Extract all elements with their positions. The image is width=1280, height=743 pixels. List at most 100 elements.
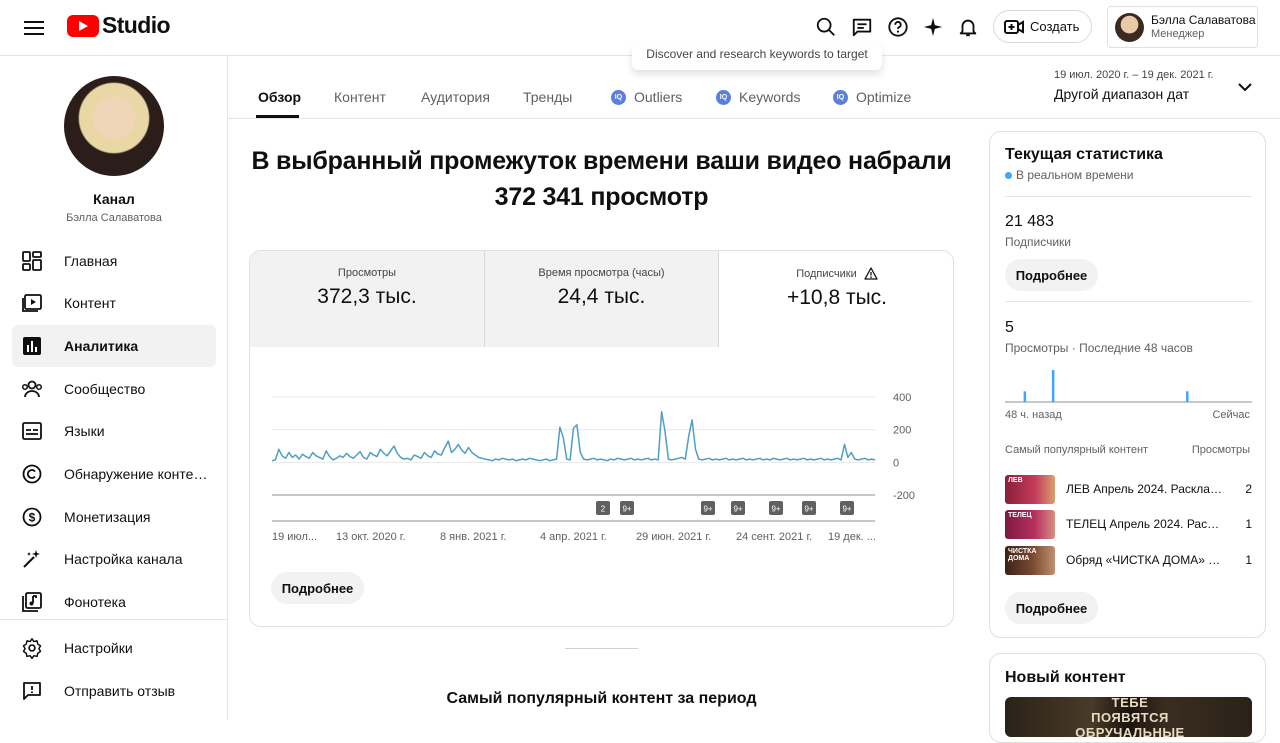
- mini-axis-start: 48 ч. назад: [1005, 409, 1062, 421]
- divider: [1005, 196, 1252, 197]
- new-content-title: Новый контент: [1005, 669, 1126, 686]
- channel-name: Бэлла Салаватова: [66, 212, 162, 224]
- youtube-studio-logo[interactable]: Studio: [67, 12, 171, 39]
- y-tick-label: 400: [893, 392, 911, 404]
- more-button[interactable]: Подробнее: [271, 572, 364, 604]
- video-title: ТЕЛЕЦ Апрель 2024. Расклад Таро: [1066, 517, 1223, 531]
- video-views: 2: [1245, 482, 1252, 496]
- create-video-icon: [1004, 19, 1024, 34]
- logo-text: Studio: [102, 12, 171, 38]
- date-range-label[interactable]: Другой диапазон дат: [1054, 86, 1189, 102]
- realtime-title: Текущая статистика: [1005, 146, 1163, 163]
- headline-line1: В выбранный промежуток времени ваши виде…: [251, 147, 952, 175]
- video-thumbnail: ЧИСТКА ДОМА: [1005, 545, 1055, 575]
- sidebar-item-label: Настройки: [64, 640, 133, 656]
- new-content-panel: Новый контент ТЕБЕ ПОЯВЯТСЯ ОБРУЧАЛЬНЫЕ: [989, 653, 1266, 743]
- popular-header: Самый популярный контент: [1005, 444, 1149, 456]
- tab-optimize[interactable]: IQ Optimize: [833, 89, 911, 105]
- realtime-more-button[interactable]: Подробнее: [1005, 592, 1098, 624]
- x-tick-label: 19 июл...: [272, 531, 317, 543]
- tab-trends[interactable]: Тренды: [523, 89, 572, 105]
- new-content-thumbnail[interactable]: ТЕБЕ ПОЯВЯТСЯ ОБРУЧАЛЬНЫЕ: [1005, 695, 1252, 740]
- sidebar-item-label: Контент: [64, 295, 116, 311]
- video-title: ЛЕВ Апрель 2024. Расклад Таро: [1066, 482, 1223, 496]
- y-tick-label: -200: [893, 490, 915, 502]
- sidebar-item-label: Обнаружение контента: [64, 466, 209, 482]
- realtime-subscribers-more-button[interactable]: Подробнее: [1005, 259, 1098, 291]
- menu-icon[interactable]: [22, 17, 46, 39]
- upload-marker-label: 9+: [842, 505, 851, 514]
- tab-outliers[interactable]: IQ Outliers: [611, 89, 682, 105]
- chevron-down-icon[interactable]: [1237, 79, 1253, 100]
- tab-overview[interactable]: Обзор: [258, 89, 301, 105]
- subscribers-label: Подписчики: [1005, 235, 1072, 249]
- sidebar-item-customization[interactable]: Настройка канала: [12, 538, 216, 580]
- sidebar-item-content[interactable]: Контент: [12, 282, 216, 324]
- tab-audience[interactable]: Аудитория: [421, 89, 490, 105]
- views-chart[interactable]: 400 200 0 -200 2 9+ 9+ 9+ 9+ 9+ 9+ 19 июл... 13 окт.…: [250, 251, 954, 627]
- create-button[interactable]: Создать: [993, 10, 1092, 43]
- upload-marker-label: 9+: [804, 505, 813, 514]
- account-switcher[interactable]: Бэлла Салаватова Менеджер: [1107, 6, 1258, 48]
- channel-avatar[interactable]: [64, 76, 164, 176]
- sparkle-icon[interactable]: [920, 14, 946, 40]
- sidebar-item-audio-library[interactable]: Фонотека: [12, 581, 216, 623]
- tab-keywords[interactable]: IQ Keywords: [716, 89, 800, 105]
- x-tick-label: 29 июн. 2021 г.: [636, 531, 711, 543]
- mini-axis-end: Сейчас: [1212, 409, 1250, 421]
- sidebar-item-languages[interactable]: Языки: [12, 410, 216, 452]
- sidebar-item-dashboard[interactable]: Главная: [12, 240, 216, 282]
- sidebar-item-label: Аналитика: [64, 338, 139, 354]
- list-item[interactable]: ЧИСТКА ДОМА Обряд «ЧИСТКА ДОМА» – сильна…: [1005, 545, 1252, 575]
- channel-title: Канал: [93, 191, 135, 207]
- dashboard-icon: [21, 250, 43, 272]
- comments-icon[interactable]: [849, 14, 875, 40]
- tab-content[interactable]: Контент: [334, 89, 386, 105]
- sidebar-item-label: Монетизация: [64, 509, 151, 525]
- upload-marker-label: 9+: [622, 505, 631, 514]
- account-role: Менеджер: [1151, 27, 1205, 40]
- sidebar-item-label: Главная: [64, 253, 118, 269]
- sidebar-item-label: Настройка канала: [64, 551, 183, 567]
- video-views: 1: [1245, 553, 1252, 567]
- account-avatar: [1115, 12, 1144, 42]
- list-item[interactable]: ТЕЛЕЦ ТЕЛЕЦ Апрель 2024. Расклад Таро 1: [1005, 509, 1252, 539]
- sidebar-item-label: Сообщество: [64, 381, 146, 397]
- help-icon[interactable]: [885, 14, 911, 40]
- tab-label: Keywords: [739, 89, 801, 105]
- copyright-icon: [21, 463, 43, 485]
- video-thumbnail: ЛЕВ: [1005, 474, 1055, 504]
- feedback-icon: [21, 680, 43, 702]
- section-divider: [565, 648, 638, 649]
- views-48h-count: 5: [1005, 319, 1014, 336]
- create-label: Создать: [1030, 19, 1080, 34]
- video-thumbnail: ТЕЛЕЦ: [1005, 509, 1055, 539]
- keywords-tooltip: Discover and research keywords to target: [632, 44, 882, 70]
- realtime-mini-chart[interactable]: [1005, 360, 1252, 404]
- sidebar-item-feedback[interactable]: Отправить отзыв: [12, 670, 216, 712]
- search-icon[interactable]: [813, 14, 839, 40]
- customization-icon: [21, 548, 43, 570]
- subtitles-icon: [21, 420, 43, 442]
- x-tick-label: 4 апр. 2021 г.: [540, 531, 607, 543]
- sidebar-item-settings[interactable]: Настройки: [12, 627, 216, 669]
- series-line: [271, 410, 876, 462]
- x-tick-label: 19 дек. ...: [828, 531, 876, 543]
- upload-marker-label: 9+: [703, 505, 712, 514]
- y-tick-label: 200: [893, 425, 911, 437]
- x-tick-label: 24 сент. 2021 г.: [736, 531, 812, 543]
- vidiq-icon: IQ: [716, 89, 731, 105]
- notifications-icon[interactable]: [955, 14, 981, 40]
- sidebar-item-label: Фонотека: [64, 594, 126, 610]
- mini-chart-bar: [1186, 391, 1189, 402]
- sidebar-item-analytics[interactable]: Аналитика: [12, 325, 216, 367]
- sidebar-item-monetization[interactable]: $ Монетизация: [12, 496, 216, 538]
- sidebar-item-community[interactable]: Сообщество: [12, 368, 216, 410]
- list-item[interactable]: ЛЕВ ЛЕВ Апрель 2024. Расклад Таро 2: [1005, 474, 1252, 504]
- headline-line2: 372 341 просмотр: [494, 183, 709, 211]
- overview-card: Просмотры 372,3 тыс. Время просмотра (ча…: [249, 250, 954, 627]
- analytics-icon: [21, 335, 43, 357]
- popular-content-title: Самый популярный контент за период: [446, 690, 757, 707]
- sidebar-item-content-detection[interactable]: Обнаружение контента: [12, 453, 216, 495]
- date-range-text[interactable]: 19 июл. 2020 г. – 19 дек. 2021 г.: [1054, 69, 1213, 81]
